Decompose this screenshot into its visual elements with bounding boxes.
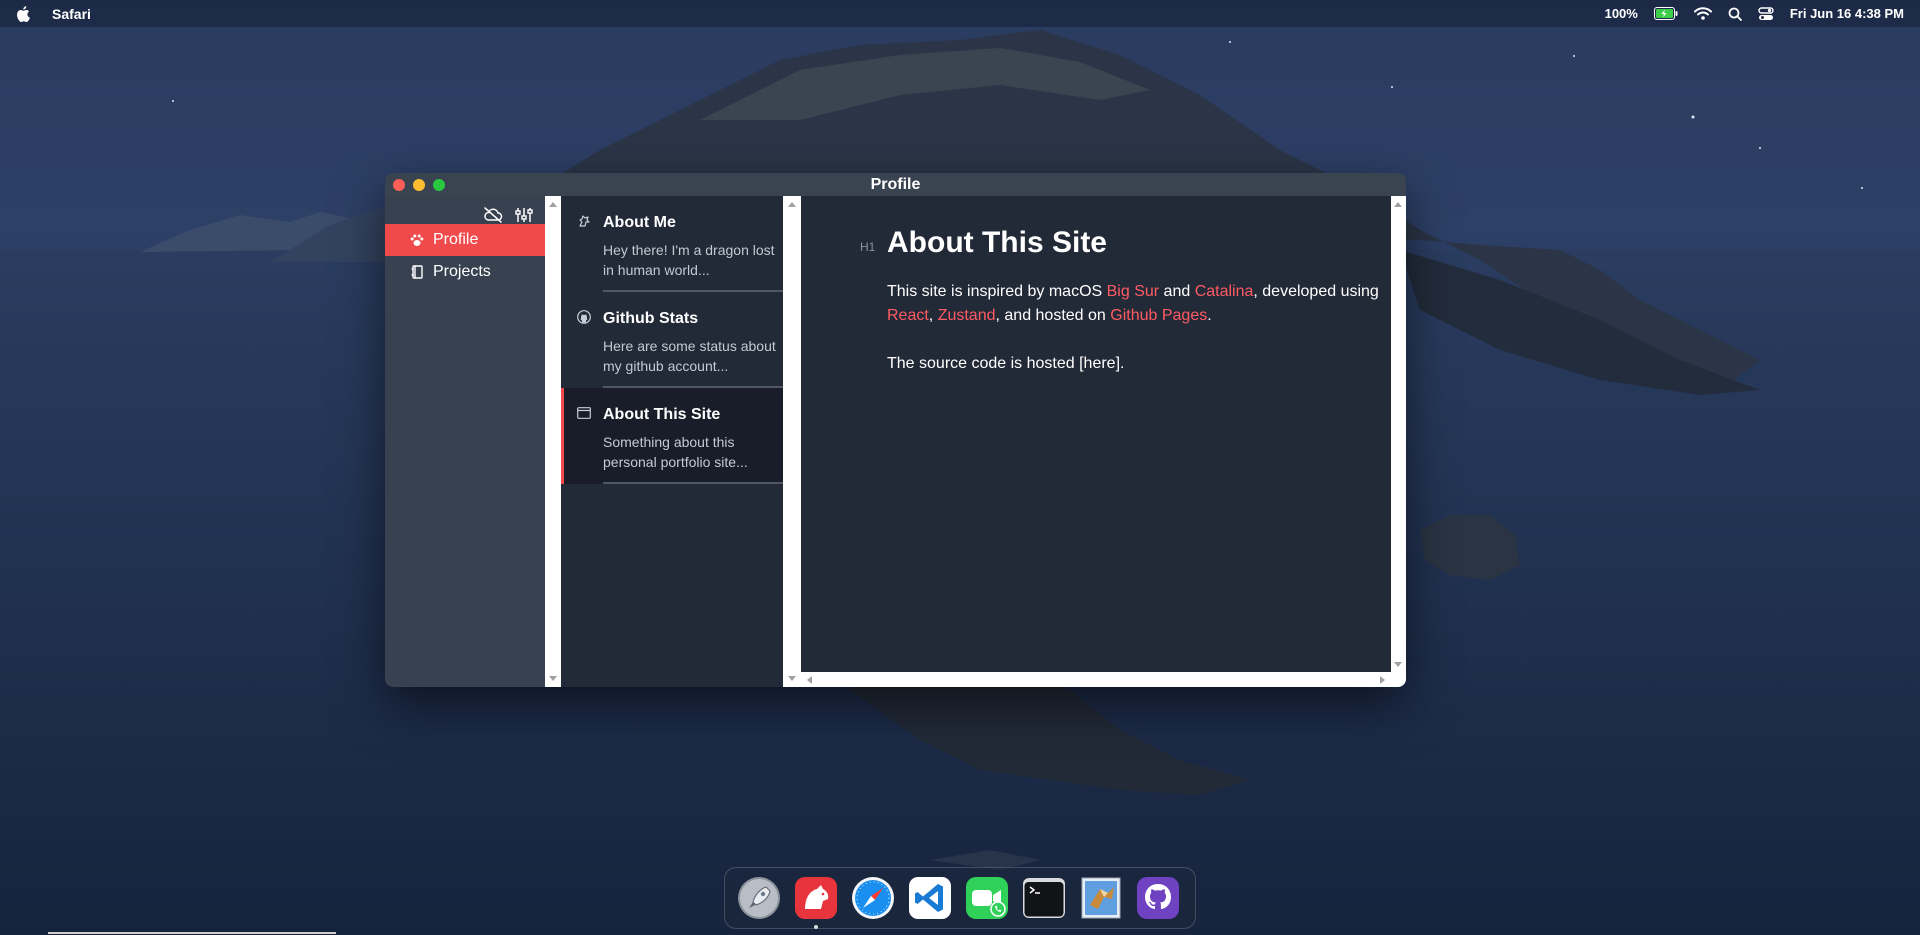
bear-notes-icon[interactable]: [792, 874, 840, 929]
dragon-icon: [577, 214, 591, 228]
document-heading[interactable]: About This Site: [887, 226, 1387, 260]
sidebar: Profile Projects: [385, 196, 545, 687]
sidebar-item-projects[interactable]: Projects: [385, 256, 545, 288]
scroll-right-arrow[interactable]: [1380, 676, 1385, 684]
search-icon[interactable]: [1728, 7, 1742, 21]
note-list: About Me Hey there! I'm a dragon lost in…: [561, 196, 783, 687]
window-edge-line: [48, 932, 336, 934]
sidebar-item-label: Projects: [433, 263, 491, 280]
heading-level-tag: H1: [860, 240, 876, 254]
link-github-pages[interactable]: Github Pages: [1110, 307, 1207, 324]
text-run: ,: [928, 307, 938, 324]
sidebar-scrollbar[interactable]: [545, 196, 561, 687]
text-run: This site is inspired by macOS: [887, 283, 1107, 300]
notes-window: Profile Profile Projects About Me Hey th…: [385, 173, 1406, 687]
editor-scrollbar[interactable]: [1391, 196, 1406, 687]
battery-charging-icon[interactable]: [1653, 7, 1678, 20]
vscode-icon[interactable]: [906, 874, 954, 922]
link-zustand[interactable]: Zustand: [938, 307, 996, 324]
note-item-about-this-site[interactable]: About This Site Something about this per…: [561, 388, 783, 484]
scroll-up-arrow[interactable]: [788, 202, 796, 207]
window-close-button[interactable]: [393, 179, 405, 191]
window-maximize-button[interactable]: [433, 179, 445, 191]
document-paragraph[interactable]: This site is inspired by macOS Big Sur a…: [887, 280, 1387, 328]
text-run: , and hosted on: [995, 307, 1111, 324]
wifi-icon[interactable]: [1693, 7, 1712, 20]
notebook-icon: [410, 265, 424, 279]
document-paragraph[interactable]: The source code is hosted [here].: [887, 352, 1387, 376]
note-item-about-me[interactable]: About Me Hey there! I'm a dragon lost in…: [561, 196, 783, 292]
note-item-github-stats[interactable]: Github Stats Here are some status about …: [561, 292, 783, 388]
paw-icon: [410, 233, 424, 247]
note-list-scrollbar[interactable]: [783, 196, 801, 687]
text-run: , developed using: [1253, 283, 1379, 300]
active-app-name[interactable]: Safari: [52, 6, 91, 22]
running-indicator: [814, 925, 818, 929]
sidebar-item-profile[interactable]: Profile: [385, 224, 545, 256]
launchpad-icon[interactable]: [735, 874, 783, 922]
mail-icon[interactable]: [1077, 874, 1125, 922]
apple-icon[interactable]: [16, 5, 32, 23]
github-icon: [577, 310, 591, 324]
note-title: About This Site: [603, 406, 721, 423]
note-excerpt: Something about this personal portfolio …: [603, 434, 748, 470]
menubar-clock[interactable]: Fri Jun 16 4:38 PM: [1790, 6, 1904, 21]
note-title: About Me: [603, 214, 676, 231]
text-run: .: [1207, 307, 1212, 324]
dock: [724, 867, 1196, 929]
editor-horizontal-scrollbar[interactable]: [801, 672, 1391, 687]
safari-icon[interactable]: [849, 874, 897, 922]
facetime-icon[interactable]: [963, 874, 1011, 922]
window-titlebar[interactable]: Profile: [385, 173, 1406, 196]
sidebar-item-label: Profile: [433, 231, 479, 248]
note-excerpt: Hey there! I'm a dragon lost in human wo…: [603, 242, 775, 278]
scroll-left-arrow[interactable]: [807, 676, 812, 684]
text-run: and: [1159, 283, 1195, 300]
note-divider: [603, 482, 783, 484]
terminal-icon[interactable]: [1020, 874, 1068, 922]
scroll-down-arrow[interactable]: [1394, 662, 1402, 667]
github-icon[interactable]: [1134, 874, 1182, 922]
scroll-down-arrow[interactable]: [549, 676, 557, 681]
editor-pane[interactable]: H1 About This Site This site is inspired…: [801, 196, 1406, 687]
link-catalina[interactable]: Catalina: [1195, 283, 1254, 300]
link-react[interactable]: React: [887, 307, 929, 324]
control-center-icon[interactable]: [1758, 6, 1774, 21]
scroll-up-arrow[interactable]: [549, 202, 557, 207]
note-title: Github Stats: [603, 310, 699, 327]
menu-bar: Safari 100% Fri Jun 16 4:38 PM: [0, 0, 1920, 27]
window-title: Profile: [870, 175, 921, 193]
battery-percent: 100%: [1604, 6, 1638, 21]
scroll-up-arrow[interactable]: [1394, 202, 1402, 207]
link-big-sur[interactable]: Big Sur: [1107, 283, 1159, 300]
note-excerpt: Here are some status about my github acc…: [603, 338, 776, 374]
window-icon: [577, 406, 591, 420]
window-minimize-button[interactable]: [413, 179, 425, 191]
scroll-down-arrow[interactable]: [788, 676, 796, 681]
